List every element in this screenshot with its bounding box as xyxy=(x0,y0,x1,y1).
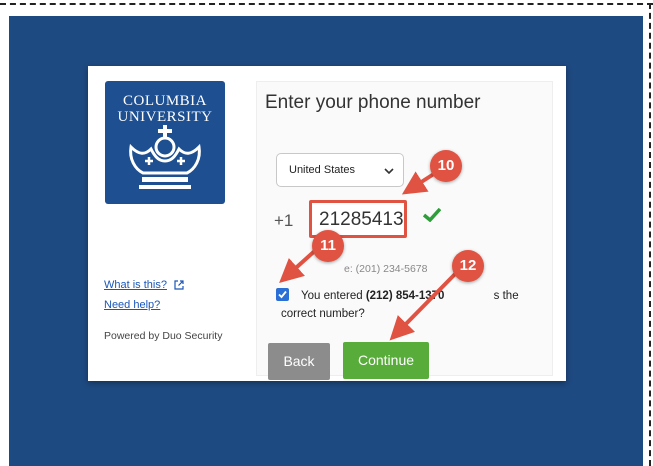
checkmark-icon xyxy=(423,208,441,222)
screenshot-border-right xyxy=(649,3,651,466)
step-badge-10: 10 xyxy=(430,150,462,182)
confirm-checkbox[interactable] xyxy=(276,288,289,301)
country-select[interactable]: United States xyxy=(276,153,404,187)
step-badge-12: 12 xyxy=(452,250,484,282)
country-code: +1 xyxy=(274,211,294,230)
powered-by-text: Powered by Duo Security xyxy=(104,330,223,342)
checkbox-check-icon xyxy=(278,290,287,299)
country-select-value: United States xyxy=(289,164,356,176)
logo-line2: UNIVERSITY xyxy=(117,109,213,125)
crown-icon xyxy=(129,125,201,189)
duo-enrollment-panel: COLUMBIA UNIVERSITY What is this? Need h… xyxy=(88,66,566,381)
back-button[interactable]: Back xyxy=(268,343,330,380)
page-title: Enter your phone number xyxy=(265,92,481,113)
example-text: e: (201) 234-5678 xyxy=(344,263,428,275)
continue-button[interactable]: Continue xyxy=(343,342,429,379)
what-is-this-link[interactable]: What is this? xyxy=(104,279,167,291)
need-help-link[interactable]: Need help? xyxy=(104,299,160,311)
confirm-prefix: You entered xyxy=(301,290,366,302)
logo-line1: COLUMBIA xyxy=(122,93,207,109)
phone-form: Enter your phone number United States +1… xyxy=(256,81,553,380)
confirm-number: (212) 854-1370 xyxy=(365,290,445,302)
phone-input-value: 21285413 xyxy=(319,209,404,230)
columbia-logo: COLUMBIA UNIVERSITY xyxy=(105,81,225,204)
screenshot-border-top xyxy=(0,3,653,5)
confirm-text: You entered (212) 854-1370 s the correct… xyxy=(281,287,541,323)
external-link-icon xyxy=(174,280,184,290)
step-badge-11: 11 xyxy=(312,230,344,262)
chevron-down-icon xyxy=(384,168,394,175)
confirm-line2: correct number? xyxy=(281,308,365,320)
confirm-cut: s the xyxy=(493,290,519,302)
sidebar: COLUMBIA UNIVERSITY What is this? Need h… xyxy=(88,66,248,381)
